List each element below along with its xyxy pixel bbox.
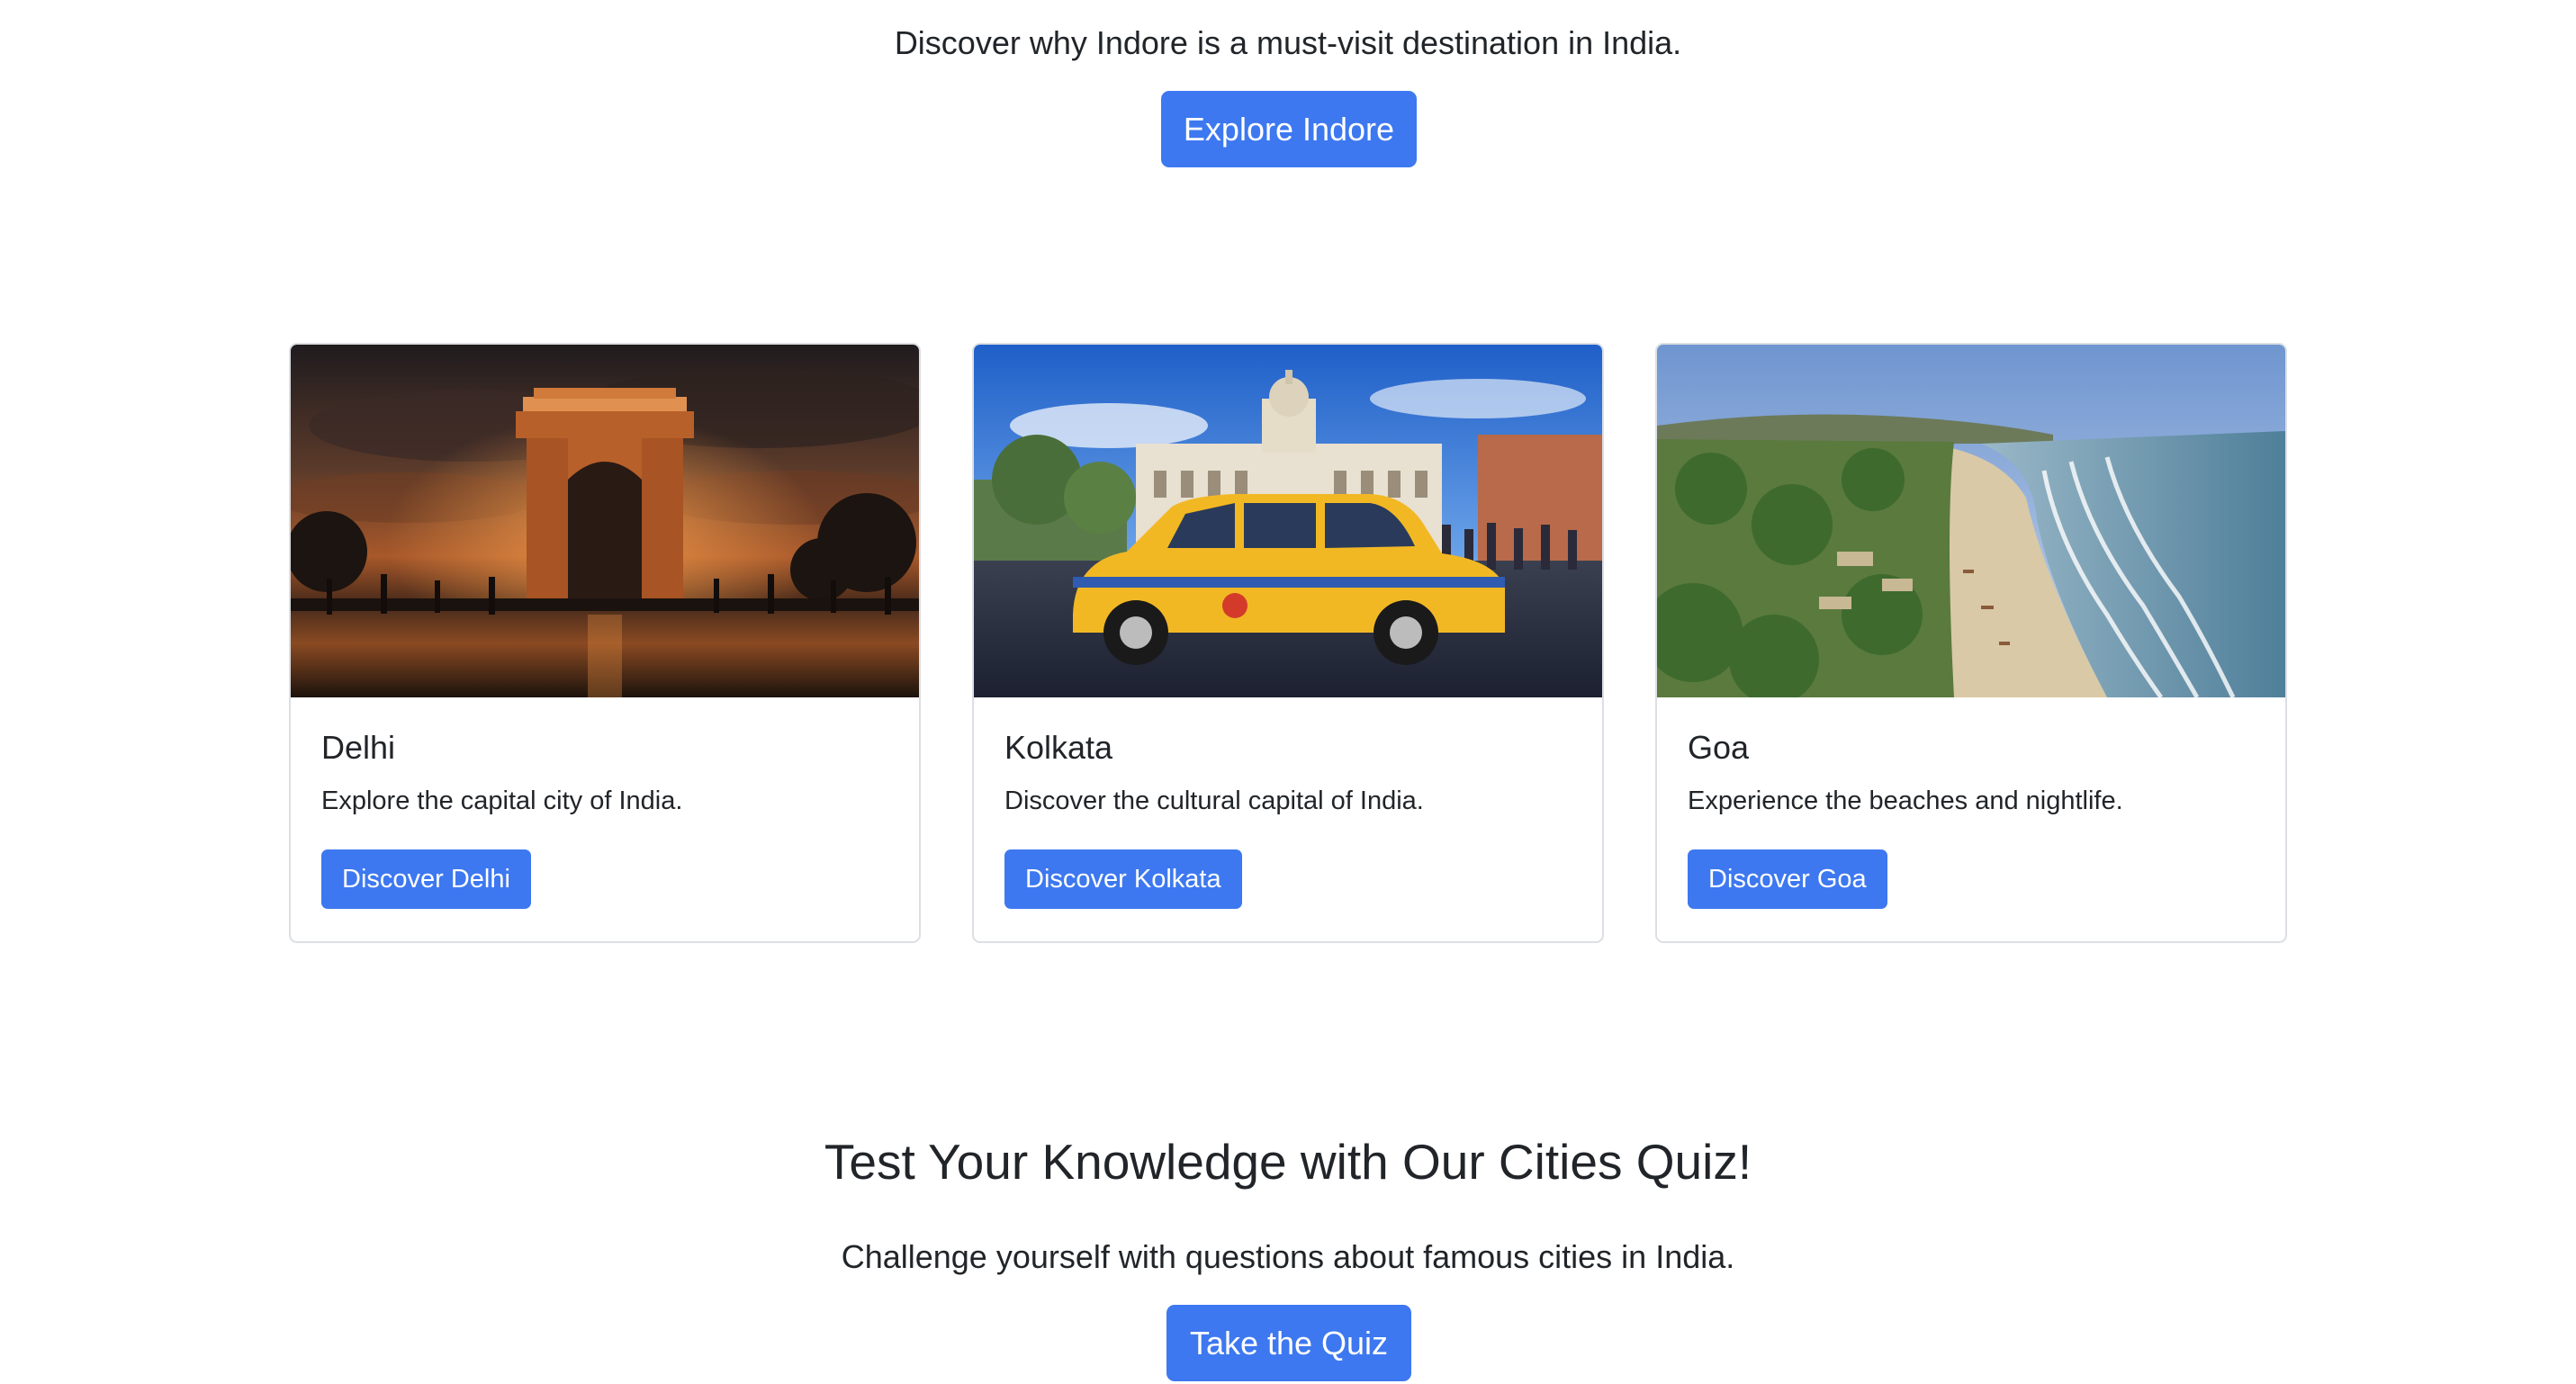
city-card-goa: Goa Experience the beaches and nightlife… — [1655, 343, 2287, 943]
goa-card-image — [1657, 345, 2285, 697]
discover-delhi-button[interactable]: Discover Delhi — [321, 849, 531, 909]
delhi-card-title: Delhi — [321, 729, 396, 766]
discover-kolkata-button[interactable]: Discover Kolkata — [1004, 849, 1242, 909]
city-card-delhi: Delhi Explore the capital city of India.… — [289, 343, 921, 943]
goa-card-title: Goa — [1688, 729, 1750, 766]
explore-indore-button[interactable]: Explore Indore — [1161, 91, 1417, 167]
take-quiz-button[interactable]: Take the Quiz — [1166, 1305, 1411, 1381]
kolkata-card-title: Kolkata — [1004, 729, 1113, 766]
delhi-card-image — [291, 345, 919, 697]
quiz-subtitle: Challenge yourself with questions about … — [841, 1238, 1735, 1275]
hero-subtitle: Discover why Indore is a must-visit dest… — [894, 24, 1682, 61]
city-card-kolkata: Kolkata Discover the cultural capital of… — [972, 343, 1604, 943]
goa-card-text: Experience the beaches and nightlife. — [1688, 786, 2123, 815]
kolkata-card-text: Discover the cultural capital of India. — [1004, 786, 1424, 815]
page: Discover why Indore is a must-visit dest… — [0, 0, 2576, 1384]
delhi-card-text: Explore the capital city of India. — [321, 786, 683, 815]
quiz-title: Test Your Knowledge with Our Cities Quiz… — [824, 1134, 1752, 1190]
kolkata-card-image — [974, 345, 1602, 697]
discover-goa-button[interactable]: Discover Goa — [1688, 849, 1887, 909]
